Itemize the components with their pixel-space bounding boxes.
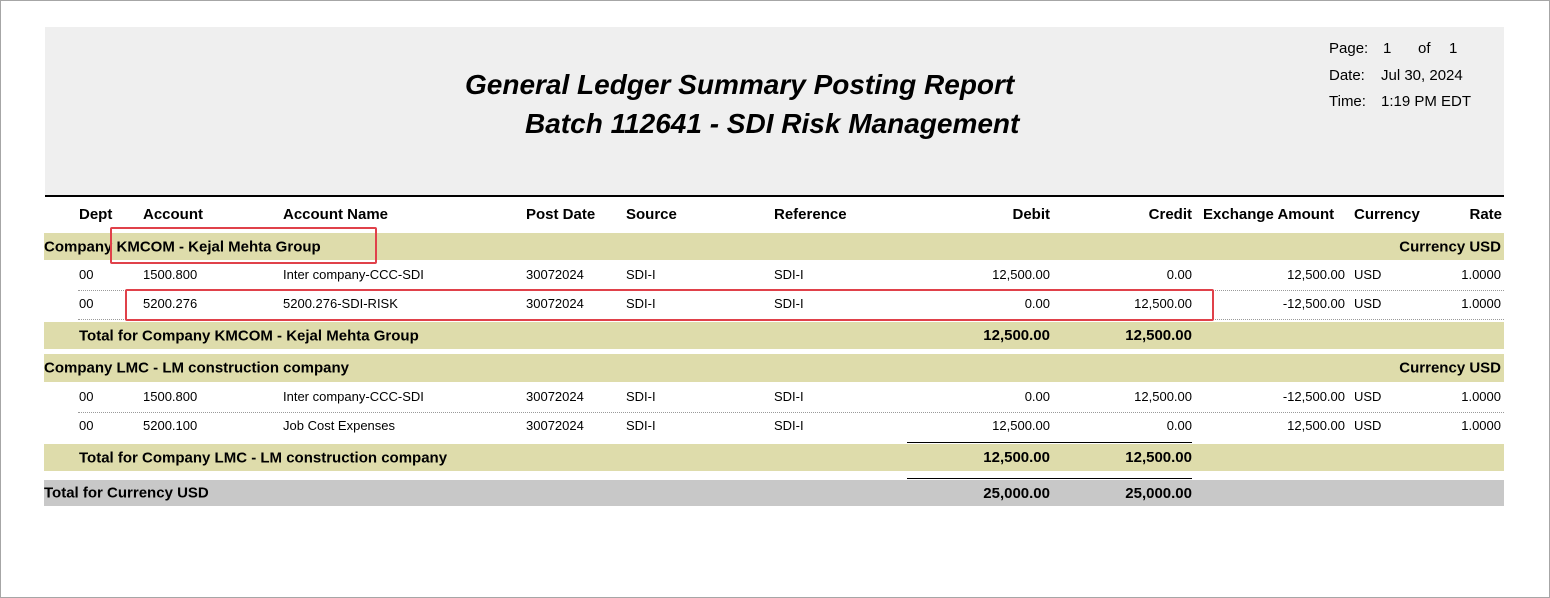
grand-total-label: Total for Currency USD <box>44 484 209 502</box>
company-total-row: Total for Company LMC - LM construction … <box>44 444 1504 471</box>
cell-dept: 00 <box>79 296 94 311</box>
cell-post-date: 30072024 <box>526 418 584 433</box>
currency-label: Currency USD <box>1399 238 1501 255</box>
cell-post-date: 30072024 <box>526 389 584 404</box>
report-title: General Ledger Summary Posting Report <box>465 69 1015 100</box>
page-total: 1 <box>1449 40 1458 57</box>
currency-label: Currency USD <box>1399 359 1501 377</box>
table-row: 00 1500.800 Inter company-CCC-SDI 300720… <box>44 383 1504 412</box>
cell-account: 1500.800 <box>143 389 198 404</box>
col-rate: Rate <box>1469 206 1502 223</box>
col-account-name: Account Name <box>283 206 389 223</box>
cell-rate: 1.0000 <box>1461 418 1501 433</box>
cell-credit: 0.00 <box>1166 418 1192 433</box>
cell-reference: SDI-I <box>774 418 804 433</box>
cell-credit: 0.00 <box>1166 267 1192 282</box>
cell-post-date: 30072024 <box>526 267 584 282</box>
col-account: Account <box>143 206 203 223</box>
company-total-label: Total for Company KMCOM - Kejal Mehta Gr… <box>79 327 419 344</box>
highlight-box-row <box>125 289 1214 321</box>
col-source: Source <box>626 206 677 223</box>
cell-exchange-amount: -12,500.00 <box>1282 389 1345 404</box>
col-reference: Reference <box>774 206 847 223</box>
time-label: Time: <box>1329 93 1366 110</box>
company-total-row: Total for Company KMCOM - Kejal Mehta Gr… <box>44 322 1504 349</box>
time-value: 1:19 PM EDT <box>1381 93 1472 110</box>
col-currency: Currency <box>1354 206 1420 223</box>
total-debit: 12,500.00 <box>983 327 1050 344</box>
subtotal-rule <box>907 442 1192 443</box>
report-subtitle: Batch 112641 - SDI Risk Management <box>525 108 1020 139</box>
cell-debit: 12,500.00 <box>992 267 1050 282</box>
total-credit: 12,500.00 <box>1125 449 1192 466</box>
col-debit: Debit <box>1012 206 1051 223</box>
cell-currency: USD <box>1354 267 1382 282</box>
grand-total-credit: 25,000.00 <box>1125 485 1192 502</box>
cell-dept: 00 <box>79 418 94 433</box>
total-debit: 12,500.00 <box>983 449 1050 466</box>
cell-rate: 1.0000 <box>1461 389 1501 404</box>
page-label: Page: <box>1329 40 1369 57</box>
grand-total-rule <box>907 478 1192 479</box>
cell-account-name: Inter company-CCC-SDI <box>283 267 424 282</box>
cell-debit: 0.00 <box>1024 389 1050 404</box>
col-exchange-amount: Exchange Amount <box>1203 206 1335 223</box>
cell-source: SDI-I <box>626 418 656 433</box>
page-of-label: of <box>1418 40 1431 57</box>
highlight-box-company <box>110 227 377 264</box>
cell-source: SDI-I <box>626 389 656 404</box>
cell-exchange-amount: -12,500.00 <box>1282 296 1345 311</box>
company-group-header: Company LMC - LM construction company Cu… <box>44 354 1504 382</box>
date-label: Date: <box>1329 67 1365 84</box>
cell-currency: USD <box>1354 389 1382 404</box>
cell-currency: USD <box>1354 296 1382 311</box>
cell-exchange-amount: 12,500.00 <box>1287 267 1345 282</box>
total-credit: 12,500.00 <box>1125 327 1192 344</box>
cell-account: 1500.800 <box>143 267 198 282</box>
grand-total-debit: 25,000.00 <box>983 485 1050 502</box>
page-number: 1 <box>1383 40 1392 57</box>
cell-rate: 1.0000 <box>1461 267 1501 282</box>
company-label: Company LMC - LM construction company <box>44 359 350 377</box>
cell-dept: 00 <box>79 389 94 404</box>
page-info: Page: 1 of 1 <box>1329 40 1457 57</box>
cell-credit: 12,500.00 <box>1134 389 1192 404</box>
date-value: Jul 30, 2024 <box>1381 67 1463 84</box>
table-row: 00 1500.800 Inter company-CCC-SDI 300720… <box>44 261 1504 290</box>
cell-reference: SDI-I <box>774 267 804 282</box>
report-header: General Ledger Summary Posting Report Ba… <box>45 27 1504 195</box>
cell-account-name: Job Cost Expenses <box>283 418 396 433</box>
cell-dept: 00 <box>79 267 94 282</box>
company-total-label: Total for Company LMC - LM construction … <box>79 449 448 466</box>
table-row: 00 5200.100 Job Cost Expenses 30072024 S… <box>44 412 1504 441</box>
col-credit: Credit <box>1148 206 1192 223</box>
col-post-date: Post Date <box>526 206 596 223</box>
cell-rate: 1.0000 <box>1461 296 1501 311</box>
cell-account-name: Inter company-CCC-SDI <box>283 389 424 404</box>
grand-total-row: Total for Currency USD 25,000.00 25,000.… <box>44 480 1504 506</box>
header-rule <box>45 195 1504 197</box>
col-dept: Dept <box>79 206 113 223</box>
cell-currency: USD <box>1354 418 1382 433</box>
cell-exchange-amount: 12,500.00 <box>1287 418 1345 433</box>
cell-account: 5200.100 <box>143 418 198 433</box>
cell-debit: 12,500.00 <box>992 418 1050 433</box>
date-info: Date: Jul 30, 2024 <box>1329 67 1463 84</box>
cell-reference: SDI-I <box>774 389 804 404</box>
cell-source: SDI-I <box>626 267 656 282</box>
time-info: Time: 1:19 PM EDT <box>1329 93 1471 110</box>
